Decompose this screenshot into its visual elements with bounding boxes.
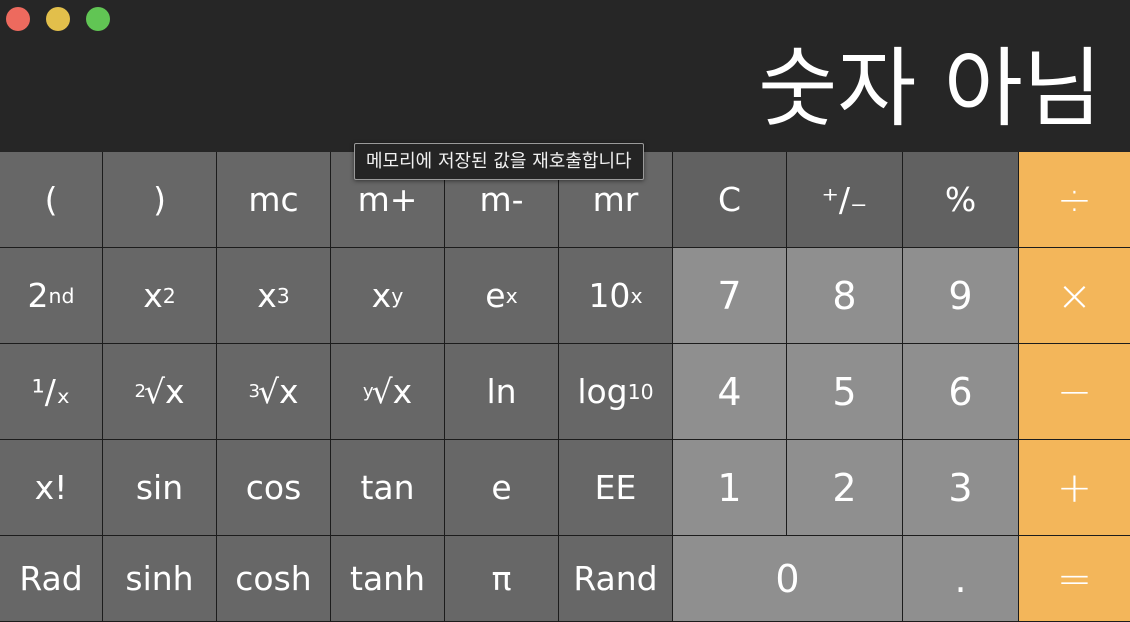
e-power-x-key[interactable]: ex (445, 248, 559, 344)
x-power-y-key[interactable]: xy (331, 248, 445, 344)
y-root-key[interactable]: y √x (331, 344, 445, 440)
mr-tooltip: 메모리에 저장된 값을 재호출합니다 (354, 143, 644, 180)
rad-key[interactable]: Rad (0, 536, 103, 622)
sign-toggle-key[interactable]: ⁺∕₋ (787, 152, 903, 248)
minus-key[interactable]: − (1019, 344, 1130, 440)
cos-key[interactable]: cos (217, 440, 331, 536)
pi-key[interactable]: π (445, 536, 559, 622)
sin-key[interactable]: sin (103, 440, 217, 536)
zoom-window-button[interactable] (86, 7, 110, 31)
sinh-key[interactable]: sinh (103, 536, 217, 622)
tan-key[interactable]: tan (331, 440, 445, 536)
second-function-key[interactable]: 2nd (0, 248, 103, 344)
cosh-key[interactable]: cosh (217, 536, 331, 622)
open-paren-key[interactable]: ( (0, 152, 103, 248)
plus-key[interactable]: + (1019, 440, 1130, 536)
log10-key[interactable]: log 10 (559, 344, 673, 440)
reciprocal-key[interactable]: ¹∕ₓ (0, 344, 103, 440)
natural-log-key[interactable]: ln (445, 344, 559, 440)
factorial-key[interactable]: x! (0, 440, 103, 536)
keypad: ( ) mc m+ m- mr C ⁺∕₋ % ÷ 2nd x2 x3 xy e… (0, 152, 1130, 622)
result-display: 숫자 아님 (758, 39, 1102, 139)
percent-key[interactable]: % (903, 152, 1019, 248)
digit-3-key[interactable]: 3 (903, 440, 1019, 536)
divide-key[interactable]: ÷ (1019, 152, 1130, 248)
exponent-key[interactable]: EE (559, 440, 673, 536)
digit-5-key[interactable]: 5 (787, 344, 903, 440)
decimal-key[interactable]: . (903, 536, 1019, 622)
close-paren-key[interactable]: ) (103, 152, 217, 248)
random-key[interactable]: Rand (559, 536, 673, 622)
multiply-key[interactable]: × (1019, 248, 1130, 344)
digit-2-key[interactable]: 2 (787, 440, 903, 536)
title-bar (0, 0, 1130, 38)
ten-power-x-key[interactable]: 10 x (559, 248, 673, 344)
digit-1-key[interactable]: 1 (673, 440, 787, 536)
clear-key[interactable]: C (673, 152, 787, 248)
minimize-window-button[interactable] (46, 7, 70, 31)
digit-9-key[interactable]: 9 (903, 248, 1019, 344)
tanh-key[interactable]: tanh (331, 536, 445, 622)
digit-0-key[interactable]: 0 (673, 536, 903, 622)
digit-8-key[interactable]: 8 (787, 248, 903, 344)
equals-key[interactable]: = (1019, 536, 1130, 622)
calculator-window: 숫자 아님 메모리에 저장된 값을 재호출합니다 ( ) mc m+ m- mr… (0, 0, 1130, 622)
memory-clear-key[interactable]: mc (217, 152, 331, 248)
close-window-button[interactable] (6, 7, 30, 31)
digit-6-key[interactable]: 6 (903, 344, 1019, 440)
square-root-key[interactable]: 2 √x (103, 344, 217, 440)
x-cubed-key[interactable]: x3 (217, 248, 331, 344)
digit-4-key[interactable]: 4 (673, 344, 787, 440)
euler-key[interactable]: e (445, 440, 559, 536)
cube-root-key[interactable]: 3 √x (217, 344, 331, 440)
digit-7-key[interactable]: 7 (673, 248, 787, 344)
x-squared-key[interactable]: x2 (103, 248, 217, 344)
